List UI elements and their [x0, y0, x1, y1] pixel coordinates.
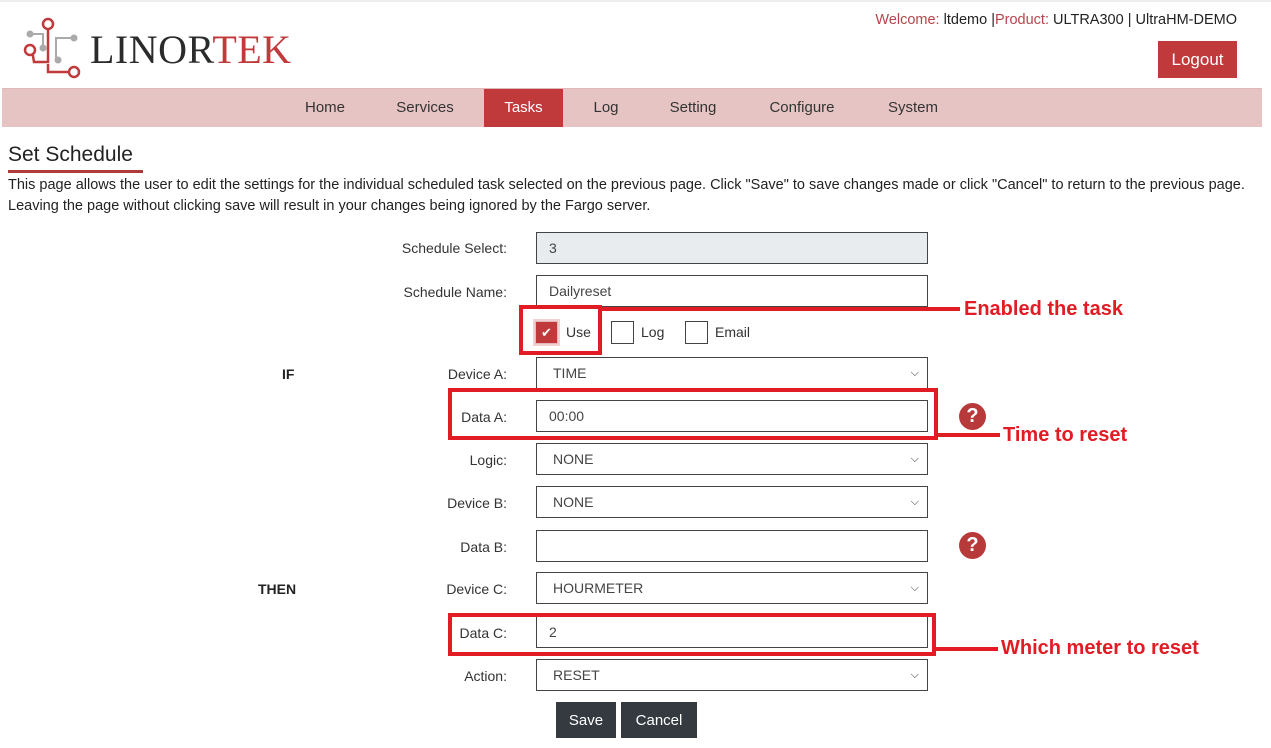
- user-product-info: Welcome: ltdemo |Product: ULTRA300 | Ult…: [875, 12, 1237, 28]
- help-icon[interactable]: ?: [959, 532, 986, 559]
- save-button[interactable]: Save: [556, 702, 616, 738]
- circuit-logo-icon: [23, 17, 81, 79]
- annotation-enabled-task: Enabled the task: [964, 298, 1123, 320]
- annotation-line-use: [602, 307, 960, 311]
- annotation-box-data-a: [448, 388, 938, 440]
- nav-services[interactable]: Services: [386, 89, 464, 127]
- logo-text-red: TEK: [212, 27, 292, 72]
- logo-text-dark: LINOR: [90, 27, 213, 72]
- linortek-logo[interactable]: LINORTEK: [20, 12, 291, 80]
- action-value: RESET: [553, 667, 600, 683]
- device-a-value: TIME: [553, 365, 587, 381]
- title-underline: [8, 170, 143, 173]
- nav-configure[interactable]: Configure: [758, 89, 846, 127]
- chevron-down-icon: ⌵: [910, 582, 919, 594]
- annotation-time-to-reset: Time to reset: [1003, 424, 1128, 446]
- logic-select[interactable]: NONE ⌵: [536, 443, 928, 475]
- data-b-input[interactable]: [536, 530, 928, 562]
- schedule-select-field: 3: [536, 232, 928, 264]
- schedule-select-label: Schedule Select:: [401, 240, 507, 256]
- chevron-down-icon: ⌵: [910, 367, 919, 379]
- page-description: This page allows the user to edit the se…: [8, 177, 1245, 214]
- nav-system[interactable]: System: [878, 89, 948, 127]
- product-label: Product:: [994, 12, 1049, 28]
- if-section-label: IF: [282, 366, 295, 382]
- nav-setting[interactable]: Setting: [658, 89, 728, 127]
- data-b-label: Data B:: [460, 539, 507, 555]
- schedule-name-label: Schedule Name:: [403, 284, 507, 300]
- logo-wordmark: LINORTEK: [90, 26, 292, 73]
- annotation-box-data-c: [448, 613, 936, 656]
- device-b-value: NONE: [553, 494, 594, 510]
- username: ltdemo: [943, 12, 988, 28]
- nav-tasks[interactable]: Tasks: [484, 89, 563, 127]
- main-nav: Home Services Tasks Log Setting Configur…: [2, 88, 1262, 127]
- device-a-select[interactable]: TIME ⌵: [536, 357, 928, 389]
- chevron-down-icon: ⌵: [910, 453, 919, 465]
- action-label: Action:: [464, 668, 507, 684]
- chevron-down-icon: ⌵: [910, 669, 919, 681]
- email-label: Email: [715, 324, 751, 340]
- email-checkbox[interactable]: [685, 321, 708, 344]
- annotation-which-meter: Which meter to reset: [1001, 637, 1199, 659]
- product-value: ULTRA300: [1053, 12, 1124, 28]
- logic-label: Logic:: [469, 452, 507, 468]
- cancel-button[interactable]: Cancel: [621, 702, 697, 738]
- device-c-value: HOURMETER: [553, 580, 644, 596]
- action-select[interactable]: RESET ⌵: [536, 659, 928, 691]
- schedule-name-input[interactable]: Dailyreset: [536, 275, 928, 307]
- annotation-box-use: [519, 305, 602, 355]
- top-border: [0, 0, 1271, 2]
- nav-home[interactable]: Home: [292, 89, 358, 127]
- device-b-select[interactable]: NONE ⌵: [536, 486, 928, 518]
- annotation-line-data-a: [934, 433, 1000, 437]
- log-label: Log: [641, 324, 665, 340]
- then-section-label: THEN: [258, 581, 297, 597]
- welcome-label: Welcome:: [875, 12, 940, 28]
- device-a-label: Device A:: [447, 366, 507, 382]
- chevron-down-icon: ⌵: [910, 496, 919, 508]
- logout-button[interactable]: Logout: [1158, 41, 1237, 78]
- device-name: UltraHM-DEMO: [1135, 12, 1238, 28]
- page-title: Set Schedule: [8, 143, 133, 166]
- annotation-line-data-c: [934, 647, 998, 651]
- device-c-select[interactable]: HOURMETER ⌵: [536, 572, 928, 604]
- device-c-label: Device C:: [446, 581, 507, 597]
- log-checkbox[interactable]: [611, 321, 634, 344]
- nav-log[interactable]: Log: [586, 89, 626, 127]
- help-icon[interactable]: ?: [959, 403, 986, 430]
- device-b-label: Device B:: [447, 495, 507, 511]
- logic-value: NONE: [553, 451, 594, 467]
- separator: |: [1127, 12, 1132, 28]
